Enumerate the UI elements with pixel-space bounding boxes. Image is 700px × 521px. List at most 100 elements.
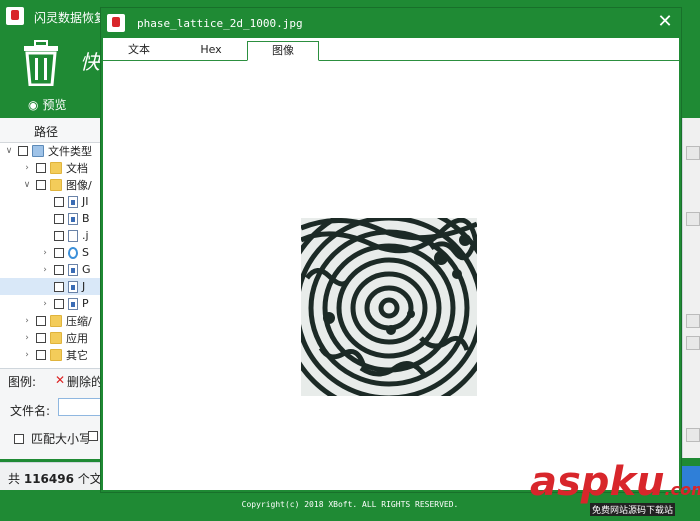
tree-item[interactable]: › 文档 — [0, 159, 102, 176]
tree-item-label: .j — [82, 229, 89, 242]
image-file-icon — [68, 280, 78, 293]
preview-label: 预览 — [42, 98, 67, 112]
chevron-down-icon[interactable]: ∨ — [22, 180, 32, 190]
watermark-subtitle: 免费网站源码下载站 — [590, 503, 676, 516]
preview-button[interactable]: ◉ 预览 — [28, 96, 67, 113]
tree-item-checkbox[interactable] — [54, 196, 64, 207]
match-case-checkbox[interactable] — [14, 433, 24, 444]
tree-item-label: S — [82, 246, 89, 259]
tree-item-checkbox[interactable] — [54, 298, 64, 309]
tree-item-label: 文档 — [66, 161, 88, 175]
recycle-bin-icon — [24, 40, 58, 86]
chevron-right-icon[interactable]: › — [22, 350, 32, 360]
status-count: 116496 — [23, 472, 74, 486]
image-file-icon — [68, 195, 78, 208]
image-file-icon — [68, 212, 78, 225]
dialog-logo-icon — [107, 14, 125, 32]
chevron-right-icon[interactable]: › — [40, 248, 50, 258]
tree-item[interactable]: JI — [0, 193, 102, 210]
tree-item-checkbox[interactable] — [54, 281, 64, 292]
tree-item[interactable]: .j — [0, 227, 102, 244]
file-icon — [68, 229, 78, 242]
match-case-label: 匹配大小写 — [31, 432, 92, 446]
app-heading: 快 — [80, 50, 100, 74]
chevron-right-icon[interactable]: › — [22, 333, 32, 343]
legend-deleted-label: 删除的 — [67, 375, 104, 389]
strip-button[interactable] — [686, 212, 700, 226]
status-prefix: 共 — [8, 472, 21, 486]
folder-icon — [50, 348, 62, 361]
tree-item-checkbox[interactable] — [36, 162, 46, 173]
strip-button[interactable] — [686, 314, 700, 328]
preview-image — [301, 218, 477, 396]
tree-item-label: P — [82, 297, 89, 310]
folder-icon — [50, 178, 62, 191]
folder-icon — [50, 314, 62, 327]
tree-item[interactable]: › 压缩/ — [0, 312, 102, 329]
second-option-checkbox[interactable] — [88, 430, 98, 444]
chevron-right-icon[interactable]: › — [40, 299, 50, 309]
chevron-down-icon[interactable]: ∨ — [4, 146, 14, 156]
tab-hex[interactable]: Hex — [175, 41, 247, 60]
chevron-right-icon[interactable]: › — [40, 265, 50, 275]
tree-item-checkbox[interactable] — [18, 145, 28, 156]
tab-text[interactable]: 文本 — [103, 41, 175, 60]
tree-item[interactable]: › S — [0, 244, 102, 261]
chevron-right-icon[interactable]: › — [22, 163, 32, 173]
tree-item-label: 文件类型 — [48, 144, 92, 158]
tree-item[interactable]: B — [0, 210, 102, 227]
tree-item[interactable]: › 应用 — [0, 329, 102, 346]
legend-label: 图例: — [8, 375, 37, 389]
deleted-marker-icon: ✕ — [55, 373, 66, 387]
tree-header: 路径 — [0, 118, 102, 143]
dialog-title: phase_lattice_2d_1000.jpg — [137, 17, 303, 30]
tree-item[interactable]: › P — [0, 295, 102, 312]
strip-button[interactable] — [686, 146, 700, 160]
strip-button[interactable] — [686, 336, 700, 350]
tree-item-label: 其它 — [66, 348, 88, 362]
folder-icon — [50, 161, 62, 174]
strip-button[interactable] — [686, 428, 700, 442]
match-case-option[interactable]: 匹配大小写 — [10, 430, 91, 447]
tree-item[interactable]: › G — [0, 261, 102, 278]
filename-label: 文件名: — [10, 404, 51, 418]
tree-item-label: G — [82, 263, 91, 276]
app-title: 闪灵数据恢复 — [34, 11, 107, 25]
tab-bar: 文本 Hex 图像 — [103, 38, 679, 61]
eye-icon: ◉ — [28, 97, 39, 112]
drive-icon — [32, 144, 44, 157]
tree-item-checkbox[interactable] — [54, 213, 64, 224]
folder-icon — [50, 331, 62, 344]
close-icon[interactable]: ✕ — [655, 12, 675, 32]
tree-item[interactable]: J — [0, 278, 102, 295]
tree-item-label: 图像/ — [66, 178, 92, 192]
tree-item[interactable]: ∨ 文件类型 — [0, 142, 102, 159]
tree-item-checkbox[interactable] — [36, 179, 46, 190]
app-logo-icon — [6, 7, 24, 25]
file-count-status: 共 116496 个文件 — [8, 470, 114, 487]
tree-item-checkbox[interactable] — [36, 332, 46, 343]
tab-image[interactable]: 图像 — [247, 41, 319, 61]
tree-item-checkbox[interactable] — [54, 247, 64, 258]
tree-header-label: 路径 — [34, 125, 59, 139]
image-preview-area — [103, 61, 679, 490]
image-file-icon — [68, 297, 78, 310]
filename-input[interactable] — [58, 398, 102, 416]
tree-item-label: JI — [82, 195, 89, 208]
right-scroll-strip[interactable] — [682, 118, 700, 458]
image-file-icon — [68, 263, 78, 276]
watermark-part-c: .com — [664, 480, 700, 499]
tree-item[interactable]: ∨ 图像/ — [0, 176, 102, 193]
chevron-right-icon[interactable]: › — [22, 316, 32, 326]
tree-item[interactable]: › 其它 — [0, 346, 102, 363]
tree-item-checkbox[interactable] — [36, 349, 46, 360]
tree-item-checkbox[interactable] — [54, 230, 64, 241]
file-preview-dialog: phase_lattice_2d_1000.jpg ✕ 文本 Hex 图像 — [101, 8, 681, 492]
tree-item-label: 压缩/ — [66, 314, 92, 328]
tree-item-label: 应用 — [66, 331, 88, 345]
tree-item-checkbox[interactable] — [54, 264, 64, 275]
tree-item-label: J — [82, 280, 86, 293]
watermark-part-a: asp — [530, 459, 610, 505]
browser-icon — [68, 246, 78, 259]
tree-item-checkbox[interactable] — [36, 315, 46, 326]
